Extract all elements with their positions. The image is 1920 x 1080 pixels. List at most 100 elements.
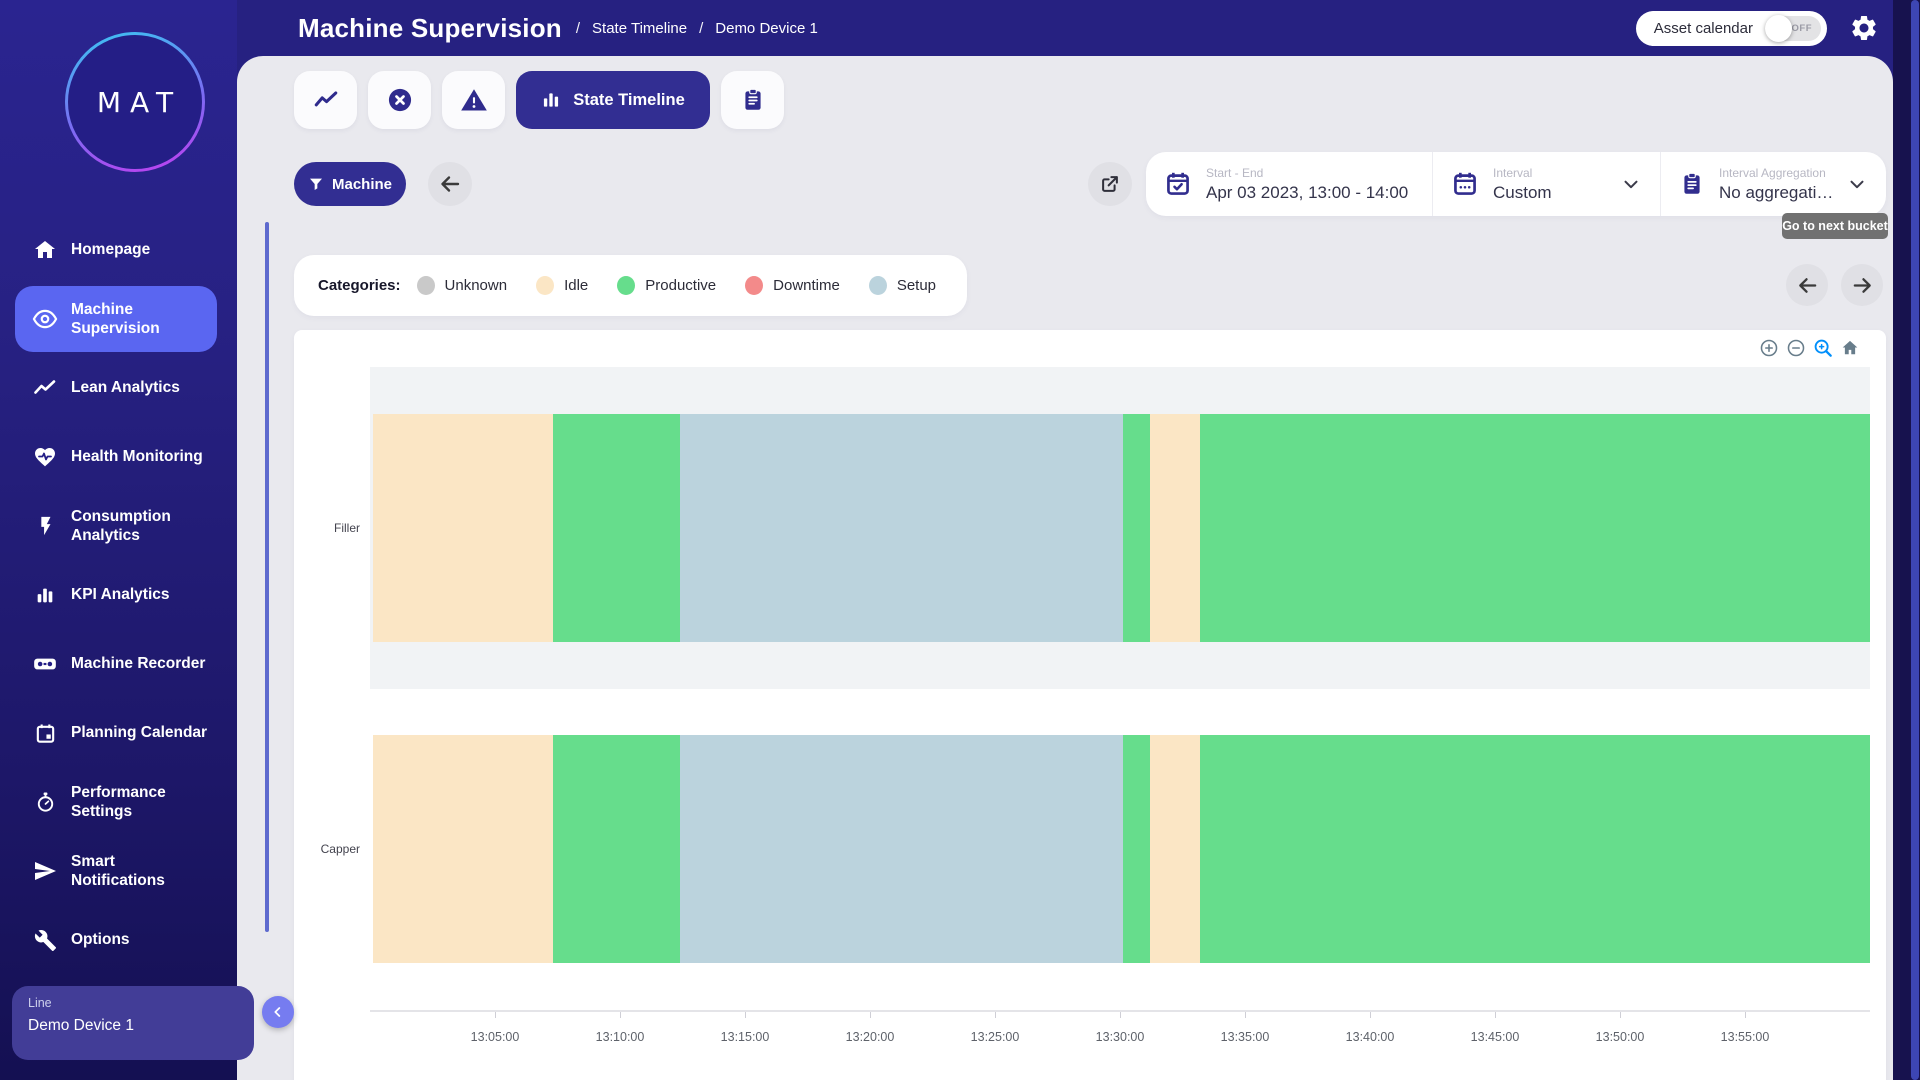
timeline-segment-productive[interactable] xyxy=(553,414,681,642)
brand-logo-text: MAT xyxy=(68,35,202,169)
trend-icon xyxy=(32,375,58,401)
sidebar-item-label: Planning Calendar xyxy=(71,723,213,742)
warning-icon xyxy=(460,86,488,114)
timeline-segment-productive[interactable] xyxy=(1123,414,1151,642)
legend-title: Categories: xyxy=(318,277,401,294)
unknown-color-dot xyxy=(417,276,435,295)
tab-state-timeline-label: State Timeline xyxy=(573,91,685,110)
downtime-color-dot xyxy=(745,276,763,295)
interval-value: Custom xyxy=(1493,183,1552,203)
asset-calendar-toggle-pill[interactable]: Asset calendar OFF xyxy=(1636,11,1827,46)
interval-aggregation-select[interactable]: Interval Aggregation No aggregati… xyxy=(1660,152,1886,216)
idle-color-dot xyxy=(536,276,554,295)
open-external-button[interactable] xyxy=(1088,162,1132,206)
sidebar-item-machine-recorder[interactable]: Machine Recorder xyxy=(15,631,217,697)
x-axis-label: 13:05:00 xyxy=(471,1030,520,1044)
legend-item-setup[interactable]: Setup xyxy=(869,276,936,295)
x-axis-tick xyxy=(1370,1012,1371,1018)
interval-select[interactable]: Interval Custom xyxy=(1432,152,1660,216)
timeline-segment-setup[interactable] xyxy=(680,414,1123,642)
toggle-state-label: OFF xyxy=(1792,23,1813,34)
timeline-segment-productive[interactable] xyxy=(1200,414,1870,642)
x-axis-label: 13:30:00 xyxy=(1096,1030,1145,1044)
chevron-left-icon xyxy=(270,1004,286,1020)
timeline-segment-idle[interactable] xyxy=(373,735,553,963)
cassette-icon xyxy=(32,651,58,677)
start-end-picker[interactable]: Start - End Apr 03 2023, 13:00 - 14:00 xyxy=(1146,152,1432,216)
sidebar-item-performance-settings[interactable]: Performance Settings xyxy=(15,769,217,835)
x-axis-label: 13:25:00 xyxy=(971,1030,1020,1044)
tab-alarms-view[interactable] xyxy=(442,71,505,129)
sidebar-item-label: Homepage xyxy=(71,240,213,259)
gear-icon[interactable] xyxy=(1849,13,1879,43)
x-axis-tick xyxy=(870,1012,871,1018)
breadcrumb-section[interactable]: State Timeline xyxy=(592,20,687,37)
x-axis-label: 13:50:00 xyxy=(1596,1030,1645,1044)
sidebar-item-planning-calendar[interactable]: Planning Calendar xyxy=(15,700,217,766)
calendar-dots-icon xyxy=(1451,170,1479,198)
timeline-segment-productive[interactable] xyxy=(1123,735,1151,963)
device-card[interactable]: Line Demo Device 1 xyxy=(12,986,254,1060)
sidebar-item-kpi-analytics[interactable]: KPI Analytics xyxy=(15,562,217,628)
timeline-segment-idle[interactable] xyxy=(1150,735,1200,963)
arrow-left-icon xyxy=(438,172,462,196)
sidebar: MAT Homepage Machine Supervision Lean An… xyxy=(0,0,237,1080)
page-scrollbar-thumb[interactable] xyxy=(1911,0,1919,1080)
view-tabbar: State Timeline xyxy=(294,71,784,129)
legend-item-downtime[interactable]: Downtime xyxy=(745,276,840,295)
sidebar-item-consumption-analytics[interactable]: Consumption Analytics xyxy=(15,493,217,559)
legend-item-productive[interactable]: Productive xyxy=(617,276,716,295)
zoom-in-icon[interactable] xyxy=(1756,335,1781,360)
timeline-segment-idle[interactable] xyxy=(1150,414,1200,642)
sidebar-item-label: KPI Analytics xyxy=(71,585,213,604)
chevron-down-icon xyxy=(1846,173,1868,195)
breadcrumb-device[interactable]: Demo Device 1 xyxy=(715,20,818,37)
x-circle-icon xyxy=(386,86,414,114)
filters-back-button[interactable] xyxy=(428,162,472,206)
reset-zoom-home-icon[interactable] xyxy=(1837,335,1862,360)
next-bucket-button[interactable] xyxy=(1841,264,1883,306)
page-scrollbar-track[interactable] xyxy=(1893,0,1920,1080)
trend-icon xyxy=(313,87,339,113)
selection-zoom-icon[interactable] xyxy=(1810,335,1835,360)
x-axis-tick xyxy=(995,1012,996,1018)
x-axis-label: 13:20:00 xyxy=(846,1030,895,1044)
legend-item-unknown[interactable]: Unknown xyxy=(417,276,508,295)
timeline-plot[interactable] xyxy=(370,367,1870,1012)
timeline-segment-productive[interactable] xyxy=(553,735,681,963)
asset-calendar-switch[interactable]: OFF xyxy=(1765,16,1821,41)
timeline-segment-idle[interactable] xyxy=(373,414,553,642)
arrow-left-icon xyxy=(1796,274,1819,297)
x-axis-tick xyxy=(1245,1012,1246,1018)
x-axis-tick xyxy=(1120,1012,1121,1018)
timeline-segment-setup[interactable] xyxy=(680,735,1123,963)
sidebar-item-health-monitoring[interactable]: Health Monitoring xyxy=(15,424,217,490)
sidebar-item-homepage[interactable]: Homepage xyxy=(15,217,217,283)
calendar-icon xyxy=(32,720,58,746)
x-axis-tick xyxy=(1495,1012,1496,1018)
tab-downtime-view[interactable] xyxy=(368,71,431,129)
bolt-icon xyxy=(32,513,58,539)
productive-color-dot xyxy=(617,276,635,295)
x-axis-label: 13:45:00 xyxy=(1471,1030,1520,1044)
x-axis-tick xyxy=(1620,1012,1621,1018)
sidebar-item-smart-notifications[interactable]: Smart Notifications xyxy=(15,838,217,904)
x-axis-label: 13:15:00 xyxy=(721,1030,770,1044)
sidebar-item-lean-analytics[interactable]: Lean Analytics xyxy=(15,355,217,421)
sidebar-collapse-button[interactable] xyxy=(262,996,294,1028)
tab-state-timeline[interactable]: State Timeline xyxy=(516,71,710,129)
x-axis-tick xyxy=(1745,1012,1746,1018)
legend-item-idle[interactable]: Idle xyxy=(536,276,588,295)
tab-trend-view[interactable] xyxy=(294,71,357,129)
zoom-out-icon[interactable] xyxy=(1783,335,1808,360)
eye-icon xyxy=(32,306,58,332)
previous-bucket-button[interactable] xyxy=(1786,264,1828,306)
chevron-down-icon xyxy=(1620,173,1642,195)
sidebar-scrollbar[interactable] xyxy=(265,222,269,932)
machine-filter-button[interactable]: Machine xyxy=(294,162,406,206)
sidebar-item-options[interactable]: Options xyxy=(15,907,217,973)
chart-toolbar xyxy=(1756,335,1862,360)
sidebar-item-machine-supervision[interactable]: Machine Supervision xyxy=(15,286,217,352)
tab-report-view[interactable] xyxy=(721,71,784,129)
timeline-segment-productive[interactable] xyxy=(1200,735,1870,963)
